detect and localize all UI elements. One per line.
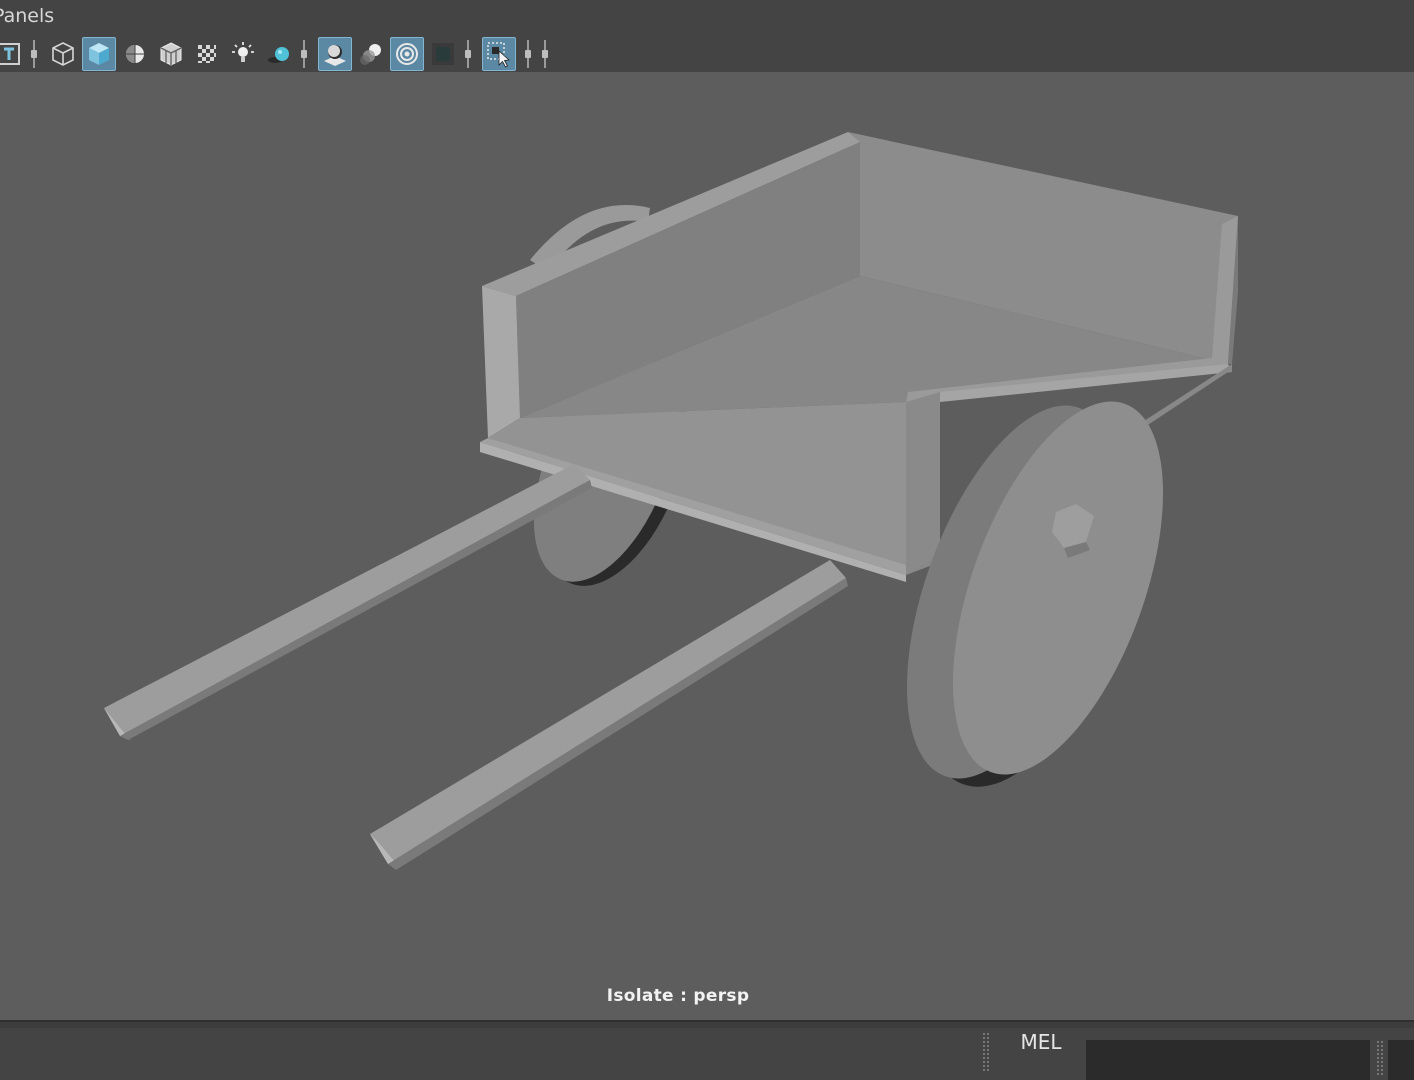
maya-viewport-window: Panels [0,0,1414,1080]
depth-of-field-icon[interactable] [426,37,460,71]
cart-front-wall-side [906,392,940,575]
right-shaft [370,560,848,870]
panels-menu[interactable]: Panels [0,5,54,27]
cart-front-wall-left [482,286,520,438]
command-line-top-border [0,1022,1414,1028]
mel-language-toggle[interactable]: MEL [1010,1028,1072,1056]
wireframe-icon[interactable] [46,37,80,71]
isolate-select-icon[interactable] [482,37,516,71]
antialiasing-icon[interactable] [390,37,424,71]
toolbar-separator[interactable] [525,40,531,68]
bounding-box-icon[interactable] [154,37,188,71]
motion-blur-icon[interactable] [354,37,388,71]
smooth-shade-icon[interactable] [82,37,116,71]
persp-viewport[interactable]: Isolate : persp [0,72,1414,1020]
command-result-field[interactable] [1388,1040,1414,1080]
use-all-lights-icon[interactable] [226,37,260,71]
shaded-wireframe-icon[interactable] [118,37,152,71]
toolbar-separator[interactable] [31,40,37,68]
cart-model [104,132,1238,870]
toolbar-separator[interactable] [465,40,471,68]
screen-space-ao-icon[interactable] [318,37,352,71]
left-shaft [104,464,592,740]
text-overlay-icon[interactable] [0,37,26,71]
command-line-grip[interactable] [982,1032,990,1072]
toolbar-separator[interactable] [301,40,307,68]
panel-menu-bar: Panels [0,0,1414,34]
panel-toolbar [0,34,1414,72]
isolate-status-label: Isolate : persp [606,986,750,1006]
shadows-icon[interactable] [262,37,296,71]
command-line-grip-right[interactable] [1376,1040,1384,1076]
textured-icon[interactable] [190,37,224,71]
mel-command-input[interactable] [1086,1040,1370,1080]
toolbar-expand-handle[interactable] [542,40,548,68]
